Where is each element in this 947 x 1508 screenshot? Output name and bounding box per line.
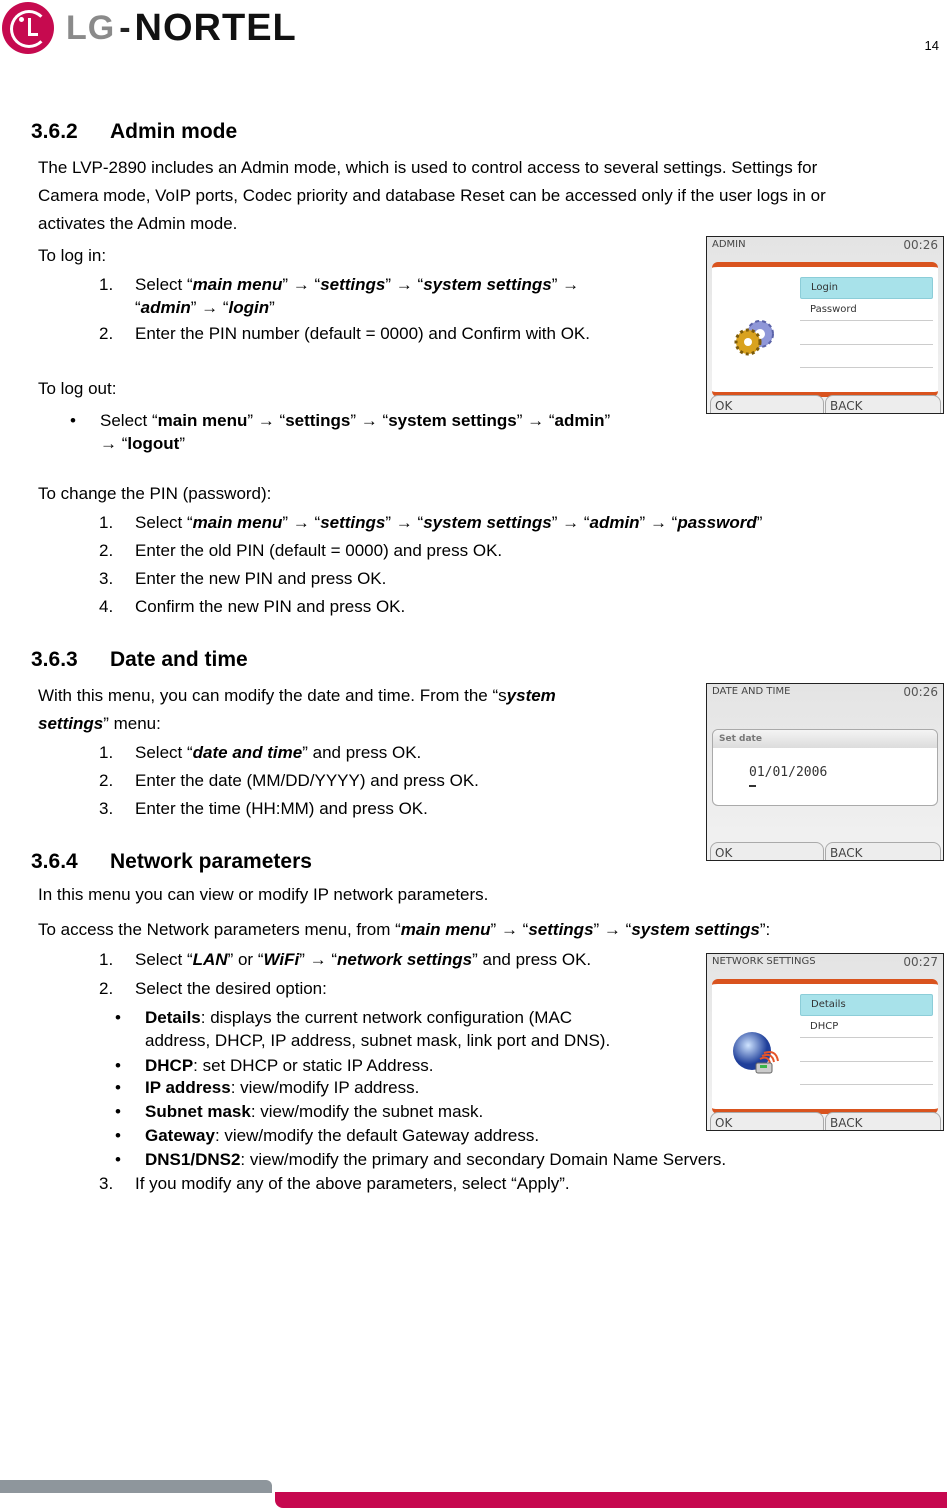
datetime-step: 3. Enter the time (HH:MM) and press OK. [99, 799, 428, 818]
screen-time: 00:26 [903, 238, 938, 252]
screen-title: DATE AND TIME [712, 686, 791, 697]
change-pin-label: To change the PIN (password): [38, 484, 272, 503]
section-heading-network: 3.6.4 Network parameters [31, 850, 312, 873]
screen-back-softkey: BACK [825, 1112, 941, 1130]
screen-menu-item-dhcp: DHCP [800, 1017, 933, 1038]
screen-time: 00:26 [903, 685, 938, 699]
network-option: • Details: displays the current network c… [115, 1008, 611, 1050]
screen-time: 00:27 [903, 955, 938, 969]
logout-label: To log out: [38, 379, 117, 398]
logout-step: • Select “main menu” → “settings” → “syst… [70, 411, 611, 453]
change-pin-step: 3. Enter the new PIN and press OK. [99, 569, 387, 588]
network-option: • IP address: view/modify IP address. [115, 1078, 420, 1097]
datetime-step: 1. Select “date and time” and press OK. [99, 743, 422, 762]
screen-title: NETWORK SETTINGS [712, 956, 816, 967]
login-step-1: 1. Select “main menu” → “settings” → “sys… [99, 275, 580, 317]
gear-icon [734, 320, 774, 356]
network-access: To access the Network parameters menu, f… [38, 920, 771, 939]
logo-lg-text: LG [66, 8, 116, 47]
screen-title: ADMIN [712, 239, 746, 250]
lg-face-icon [2, 2, 54, 54]
network-option: • Subnet mask: view/modify the subnet mas… [115, 1102, 484, 1121]
logo-nortel-text: NORTEL [134, 6, 297, 49]
admin-intro-line: The LVP-2890 includes an Admin mode, whi… [38, 158, 818, 177]
lg-nortel-logo: LG - NORTEL [2, 2, 297, 54]
network-option: • Gateway: view/modify the default Gatewa… [115, 1126, 540, 1145]
network-intro: In this menu you can view or modify IP n… [38, 885, 489, 904]
page-number: 14 [924, 38, 939, 53]
login-label: To log in: [38, 246, 107, 265]
network-option: • DNS1/DNS2: view/modify the primary and … [115, 1150, 727, 1169]
network-screen-image: NETWORK SETTINGS 00:27 Details DHCP OK B… [706, 953, 944, 1131]
screen-menu-item-login: Login [800, 277, 933, 299]
screen-ok-softkey: OK [710, 1112, 824, 1130]
admin-screen-image: ADMIN 00:26 Login Password OK BACK [706, 236, 944, 414]
screen-ok-softkey: OK [710, 395, 824, 413]
change-pin-step: 4. Confirm the new PIN and press OK. [99, 597, 406, 616]
network-globe-icon [733, 1032, 779, 1074]
screen-menu-item-details: Details [800, 994, 933, 1016]
screen-ok-softkey: OK [710, 842, 824, 860]
logo-dash: - [119, 8, 131, 47]
change-pin-step: 1. Select “main menu” → “settings” → “sys… [99, 513, 763, 532]
network-step-1: 1. Select “LAN” or “WiFi” → “network sett… [99, 950, 592, 969]
date-value: 01/01/2006 [749, 765, 828, 780]
change-pin-step: 2. Enter the old PIN (default = 0000) and… [99, 541, 503, 560]
footer-red-bar [275, 1492, 947, 1508]
datetime-screen-image: DATE AND TIME 00:26 Set date 01/01/2006 … [706, 683, 944, 861]
admin-intro-line: activates the Admin mode. [38, 214, 238, 233]
footer-gray-bar [0, 1480, 272, 1493]
login-step-2: 2. Enter the PIN number (default = 0000) … [99, 324, 590, 343]
screen-back-softkey: BACK [825, 395, 941, 413]
section-heading-datetime: 3.6.3 Date and time [31, 648, 248, 671]
section-heading-admin: 3.6.2 Admin mode [31, 120, 238, 143]
admin-intro-line: Camera mode, VoIP ports, Codec priority … [38, 186, 826, 205]
datetime-step: 2. Enter the date (MM/DD/YYYY) and press … [99, 771, 479, 790]
screen-menu-item-password: Password [800, 300, 933, 321]
network-option: • DHCP: set DHCP or static IP Address. [115, 1056, 434, 1075]
text-cursor [749, 785, 756, 787]
datetime-intro: With this menu, you can modify the date … [38, 686, 556, 733]
network-step-3: 3. If you modify any of the above paramet… [99, 1174, 570, 1193]
screen-back-softkey: BACK [825, 842, 941, 860]
set-date-label: Set date [713, 730, 937, 748]
network-step-2: 2. Select the desired option: [99, 979, 327, 998]
